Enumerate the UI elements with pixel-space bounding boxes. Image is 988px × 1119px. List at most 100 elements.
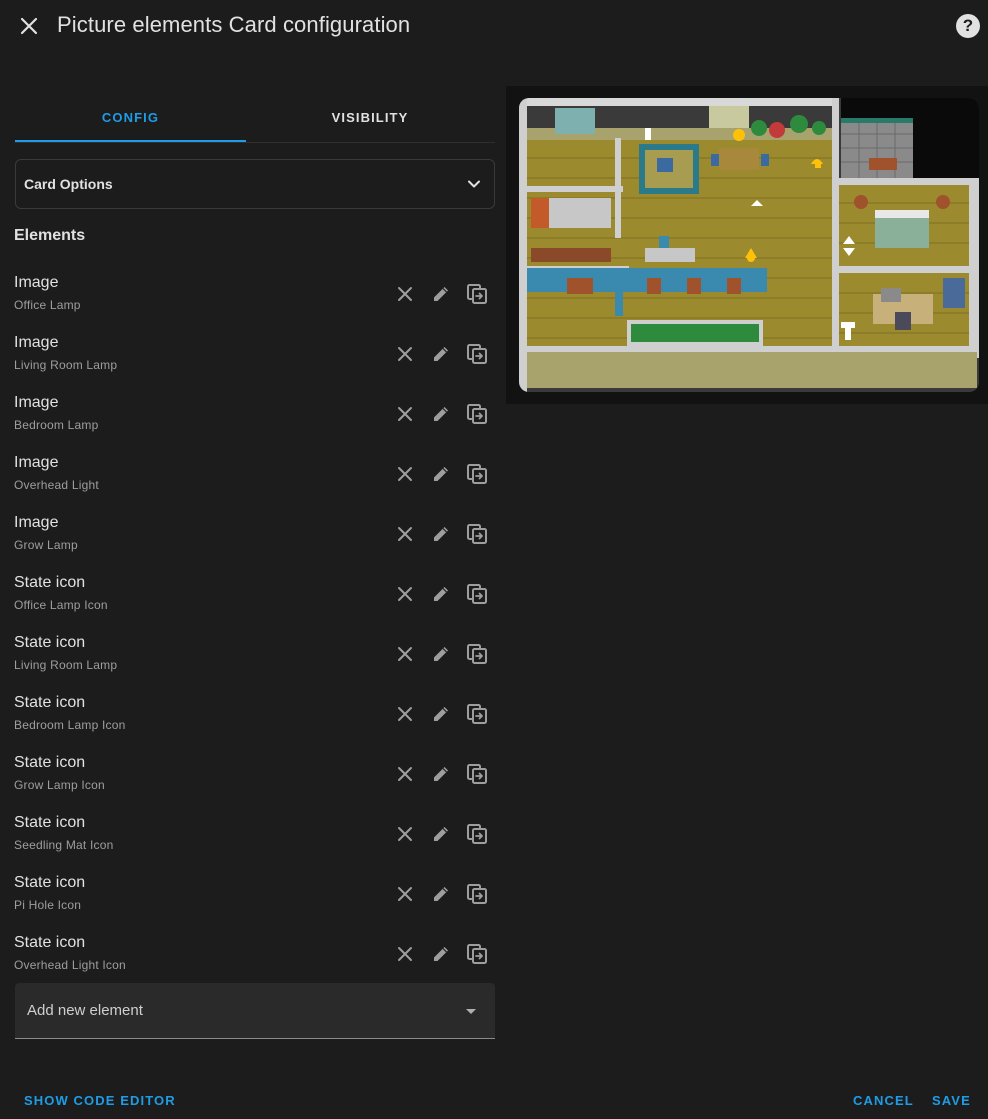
remove-element-button[interactable] — [393, 642, 417, 666]
duplicate-element-button[interactable] — [465, 282, 489, 306]
close-icon — [397, 646, 413, 662]
pencil-icon — [431, 584, 451, 604]
duplicate-element-button[interactable] — [465, 882, 489, 906]
pencil-icon — [431, 344, 451, 364]
element-row: Image Bedroom Lamp — [14, 394, 495, 444]
edit-element-button[interactable] — [429, 762, 453, 786]
close-button[interactable] — [15, 12, 43, 40]
element-row: State icon Bedroom Lamp Icon — [14, 694, 495, 744]
remove-element-button[interactable] — [393, 822, 417, 846]
element-type: Image — [14, 394, 59, 411]
element-type: State icon — [14, 634, 86, 651]
card-options-label: Card Options — [24, 176, 113, 192]
edit-element-button[interactable] — [429, 282, 453, 306]
help-circle-icon: ? — [962, 16, 974, 35]
duplicate-element-button[interactable] — [465, 942, 489, 966]
edit-element-button[interactable] — [429, 402, 453, 426]
element-name: Living Room Lamp — [14, 358, 118, 372]
remove-element-button[interactable] — [393, 282, 417, 306]
element-type: State icon — [14, 694, 86, 711]
remove-element-button[interactable] — [393, 402, 417, 426]
remove-element-button[interactable] — [393, 882, 417, 906]
element-name: Living Room Lamp — [14, 658, 118, 672]
element-type: State icon — [14, 754, 86, 771]
remove-element-button[interactable] — [393, 582, 417, 606]
element-type: State icon — [14, 574, 86, 591]
close-icon — [397, 826, 413, 842]
element-name: Seedling Mat Icon — [14, 838, 114, 852]
duplicate-element-button[interactable] — [465, 462, 489, 486]
element-type: State icon — [14, 814, 86, 831]
element-type: State icon — [14, 934, 86, 951]
element-name: Bedroom Lamp Icon — [14, 718, 126, 732]
duplicate-element-button[interactable] — [465, 642, 489, 666]
element-name: Office Lamp — [14, 298, 81, 312]
element-type: Image — [14, 334, 59, 351]
tab-config[interactable]: CONFIG — [15, 92, 246, 142]
edit-element-button[interactable] — [429, 582, 453, 606]
element-row: Image Overhead Light — [14, 454, 495, 504]
chevron-down-icon — [468, 180, 480, 188]
remove-element-button[interactable] — [393, 462, 417, 486]
element-name: Office Lamp Icon — [14, 598, 108, 612]
tab-visibility[interactable]: VISIBILITY — [255, 92, 485, 142]
edit-element-button[interactable] — [429, 642, 453, 666]
duplicate-element-button[interactable] — [465, 402, 489, 426]
element-name: Grow Lamp Icon — [14, 778, 105, 792]
help-button[interactable]: ? — [956, 14, 980, 38]
duplicate-element-button[interactable] — [465, 522, 489, 546]
pencil-icon — [431, 524, 451, 544]
card-options-expander[interactable]: Card Options — [15, 159, 495, 209]
duplicate-element-button[interactable] — [465, 582, 489, 606]
remove-element-button[interactable] — [393, 522, 417, 546]
add-element-select[interactable]: Add new element — [15, 983, 495, 1039]
remove-element-button[interactable] — [393, 762, 417, 786]
element-name: Overhead Light Icon — [14, 958, 126, 972]
close-icon — [397, 346, 413, 362]
close-icon — [397, 526, 413, 542]
pencil-icon — [431, 824, 451, 844]
duplicate-element-button[interactable] — [465, 342, 489, 366]
pencil-icon — [431, 884, 451, 904]
edit-element-button[interactable] — [429, 342, 453, 366]
edit-element-button[interactable] — [429, 822, 453, 846]
element-name: Grow Lamp — [14, 538, 78, 552]
active-tab-indicator — [15, 140, 246, 142]
remove-element-button[interactable] — [393, 342, 417, 366]
element-row: State icon Living Room Lamp — [14, 634, 495, 684]
content-duplicate-icon — [466, 763, 488, 785]
floorplan-picture — [519, 98, 979, 392]
edit-element-button[interactable] — [429, 702, 453, 726]
edit-element-button[interactable] — [429, 522, 453, 546]
duplicate-element-button[interactable] — [465, 822, 489, 846]
content-duplicate-icon — [466, 583, 488, 605]
cancel-button[interactable]: CANCEL — [853, 1093, 914, 1108]
card-preview — [506, 86, 988, 404]
menu-down-icon — [466, 1009, 476, 1014]
save-button[interactable]: SAVE — [932, 1093, 971, 1108]
close-icon — [397, 766, 413, 782]
edit-element-button[interactable] — [429, 462, 453, 486]
element-row: State icon Office Lamp Icon — [14, 574, 495, 624]
content-duplicate-icon — [466, 523, 488, 545]
pencil-icon — [431, 644, 451, 664]
close-icon — [397, 466, 413, 482]
show-code-editor-button[interactable]: SHOW CODE EDITOR — [24, 1093, 176, 1108]
remove-element-button[interactable] — [393, 702, 417, 726]
element-row: Image Grow Lamp — [14, 514, 495, 564]
element-type: Image — [14, 454, 59, 471]
duplicate-element-button[interactable] — [465, 702, 489, 726]
element-name: Bedroom Lamp — [14, 418, 99, 432]
close-icon — [397, 886, 413, 902]
content-duplicate-icon — [466, 703, 488, 725]
content-duplicate-icon — [466, 463, 488, 485]
duplicate-element-button[interactable] — [465, 762, 489, 786]
remove-element-button[interactable] — [393, 942, 417, 966]
content-duplicate-icon — [466, 943, 488, 965]
element-row: State icon Overhead Light Icon — [14, 934, 495, 984]
edit-element-button[interactable] — [429, 942, 453, 966]
close-icon — [397, 286, 413, 302]
content-duplicate-icon — [466, 403, 488, 425]
edit-element-button[interactable] — [429, 882, 453, 906]
content-duplicate-icon — [466, 343, 488, 365]
